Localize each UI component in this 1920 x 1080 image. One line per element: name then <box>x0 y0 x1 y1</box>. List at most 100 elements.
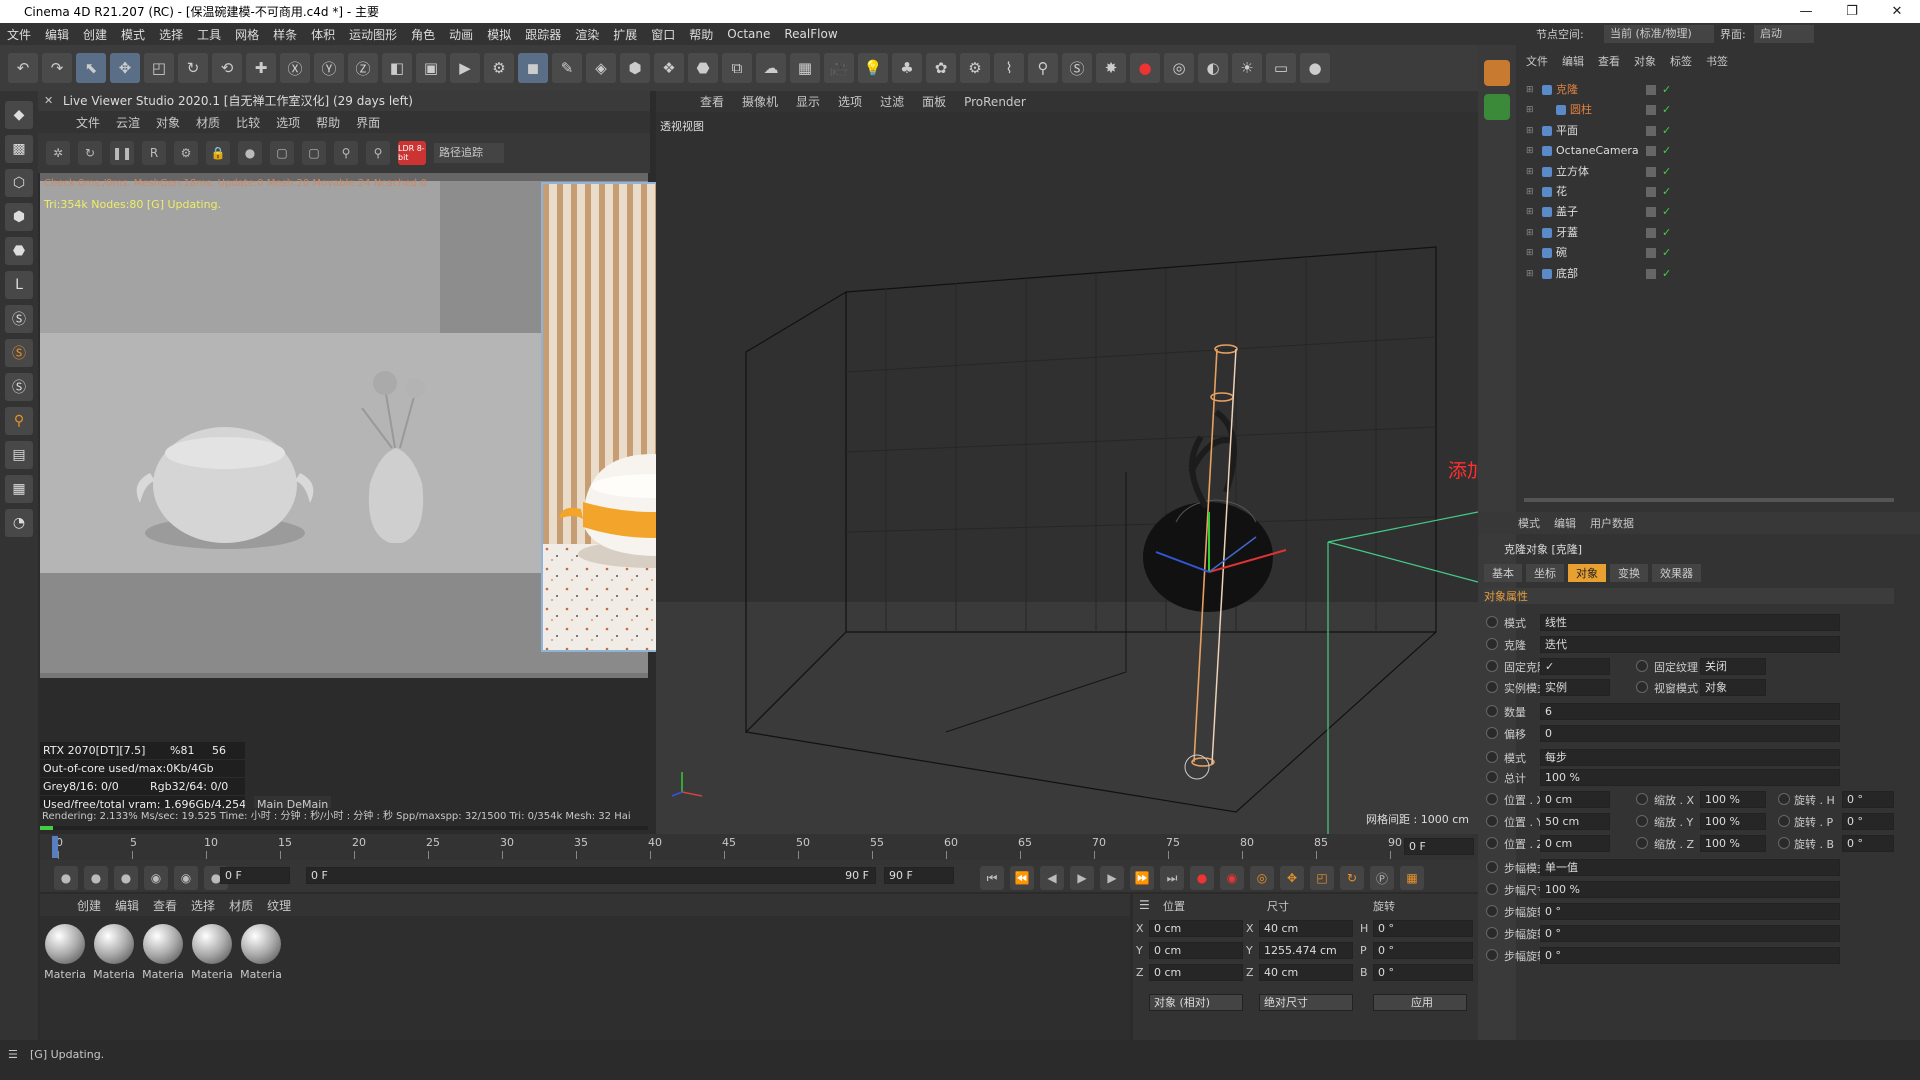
lv-menu-item[interactable]: 文件 <box>68 114 108 131</box>
object-scrollbar[interactable] <box>1524 498 1894 502</box>
check-icon[interactable]: ✓ <box>1662 100 1671 120</box>
animate-dot[interactable] <box>1486 616 1498 628</box>
material-menu-item[interactable]: 选择 <box>184 897 222 914</box>
param-field-2[interactable]: 对象 <box>1700 679 1766 696</box>
expand-icon[interactable]: ⊞ <box>1526 264 1534 284</box>
object-menu-item[interactable]: 对象 <box>1634 53 1656 69</box>
ldr-badge[interactable]: LDR 8-bit <box>398 141 426 165</box>
animate-dot[interactable] <box>1486 638 1498 650</box>
coord-field[interactable]: 0 cm <box>1149 964 1243 981</box>
softbox-icon[interactable]: ▭ <box>1266 53 1296 83</box>
workplane-icon[interactable]: ▤ <box>5 441 33 469</box>
grid-icon[interactable]: ▦ <box>5 475 33 503</box>
texture-mode-icon[interactable]: ▩ <box>5 135 33 163</box>
prev-key-icon[interactable]: ⏪ <box>1010 866 1034 890</box>
frame2-icon[interactable]: ▢ <box>302 141 326 165</box>
menu-item[interactable]: 扩展 <box>606 26 644 43</box>
z-axis-icon[interactable]: Ⓩ <box>348 53 378 83</box>
coord-field[interactable]: 1255.474 cm <box>1259 942 1353 959</box>
undo-icon[interactable]: ↶ <box>8 53 38 83</box>
grid-key-icon[interactable]: ▦ <box>1400 866 1424 890</box>
add-icon[interactable]: ✚ <box>246 53 276 83</box>
frame-range[interactable]: 0 F 90 F <box>306 867 876 884</box>
param-field[interactable]: 0 cm <box>1540 835 1610 852</box>
model-mode-icon[interactable]: ◆ <box>5 101 33 129</box>
coordinate-icon[interactable]: ◧ <box>382 53 412 83</box>
lv-menu-item[interactable]: 云渲 <box>108 114 148 131</box>
coord-mode-select[interactable]: 对象 (相对) <box>1149 994 1243 1011</box>
edges-mode-icon[interactable]: ⬢ <box>5 203 33 231</box>
viewport-menu-item[interactable]: 面板 <box>913 93 955 110</box>
animate-dot[interactable] <box>1486 681 1498 693</box>
menu-item[interactable]: 角色 <box>404 26 442 43</box>
visibility-icon[interactable] <box>1646 207 1656 218</box>
object-row[interactable]: ⊞ 牙蓋 ✓ <box>1520 223 1900 243</box>
minimize-button[interactable]: — <box>1783 0 1829 23</box>
coord-field[interactable]: 40 cm <box>1259 964 1353 981</box>
object-row[interactable]: ⊞ 底部 ✓ <box>1520 264 1900 284</box>
plugin-icon[interactable] <box>1484 94 1510 120</box>
play-icon[interactable]: ▶ <box>1070 866 1094 890</box>
animate-dot[interactable] <box>1486 815 1498 827</box>
scale-key-icon[interactable]: ◰ <box>1310 866 1334 890</box>
cube-icon[interactable]: ◼ <box>518 53 548 83</box>
animate-dot[interactable] <box>1636 660 1648 672</box>
render-view-icon[interactable]: ▶ <box>450 53 480 83</box>
animate-dot[interactable] <box>1636 681 1648 693</box>
pause-icon[interactable]: ❚❚ <box>110 141 134 165</box>
animate-dot[interactable] <box>1486 751 1498 763</box>
camera-icon[interactable]: 🎥 <box>824 53 854 83</box>
lv-menu-item[interactable]: 对象 <box>148 114 188 131</box>
magnet-tool-icon[interactable]: ⚲ <box>5 407 33 435</box>
redo-icon[interactable]: ↷ <box>42 53 72 83</box>
coord-field[interactable]: 0 ° <box>1373 942 1473 959</box>
sphere-render4-icon[interactable]: ◉ <box>144 866 168 890</box>
size-mode-select[interactable]: 绝对尺寸 <box>1259 994 1353 1011</box>
animate-dot[interactable] <box>1486 905 1498 917</box>
next-frame-icon[interactable]: ▶ <box>1100 866 1124 890</box>
animate-dot[interactable] <box>1486 771 1498 783</box>
attribute-tab[interactable]: 坐标 <box>1526 564 1564 582</box>
menu-item[interactable]: Octane <box>720 27 777 41</box>
param-field-2[interactable]: 100 % <box>1700 835 1766 852</box>
attribute-tab[interactable]: 对象 <box>1568 564 1606 582</box>
region-icon[interactable]: R <box>142 141 166 165</box>
visibility-icon[interactable] <box>1646 187 1656 197</box>
animate-dot[interactable] <box>1486 793 1498 805</box>
animate-dot[interactable] <box>1486 837 1498 849</box>
sphere-render5-icon[interactable]: ◉ <box>174 866 198 890</box>
coord-field[interactable]: 0 ° <box>1373 964 1473 981</box>
perspective-viewport[interactable] <box>656 112 1478 834</box>
lv-menu-item[interactable]: 材质 <box>188 114 228 131</box>
move-key-icon[interactable]: ✥ <box>1280 866 1304 890</box>
menu-item[interactable]: 样条 <box>266 26 304 43</box>
expand-icon[interactable]: ⊞ <box>1526 223 1534 243</box>
tool-icon[interactable]: ⌇ <box>994 53 1024 83</box>
snap3-icon[interactable]: Ⓢ <box>5 373 33 401</box>
viewport-menu-item[interactable]: 过滤 <box>871 93 913 110</box>
snap-icon[interactable]: Ⓢ <box>5 305 33 333</box>
viewport-menu-item[interactable]: 选项 <box>829 93 871 110</box>
menu-item[interactable]: 帮助 <box>682 26 720 43</box>
menu-item[interactable]: 选择 <box>152 26 190 43</box>
attribute-tab[interactable]: 效果器 <box>1652 564 1701 582</box>
viewport-menu-item[interactable]: 查看 <box>691 93 733 110</box>
record-key-icon[interactable]: ● <box>1190 866 1214 890</box>
param-field[interactable]: 0 ° <box>1540 925 1840 942</box>
material-menu-item[interactable]: 编辑 <box>108 897 146 914</box>
check-icon[interactable]: ✓ <box>1662 141 1671 161</box>
menu-item[interactable]: 体积 <box>304 26 342 43</box>
kernel-select[interactable]: 路径追踪 <box>434 143 504 163</box>
param-field[interactable]: 100 % <box>1540 881 1840 898</box>
check-icon[interactable]: ✓ <box>1662 202 1671 222</box>
object-row[interactable]: ⊞ 立方体 ✓ <box>1520 162 1900 182</box>
object-menu-item[interactable]: 编辑 <box>1562 53 1584 69</box>
visibility-icon[interactable] <box>1646 227 1656 238</box>
param-field[interactable]: 每步 <box>1540 749 1840 766</box>
material-menu-item[interactable]: 查看 <box>146 897 184 914</box>
material-ball-icon[interactable]: ● <box>238 141 262 165</box>
floor-icon[interactable]: ▦ <box>790 53 820 83</box>
check-icon[interactable]: ✓ <box>1662 223 1671 243</box>
param-field[interactable]: ✓ <box>1540 658 1610 675</box>
visibility-icon[interactable] <box>1646 166 1656 177</box>
